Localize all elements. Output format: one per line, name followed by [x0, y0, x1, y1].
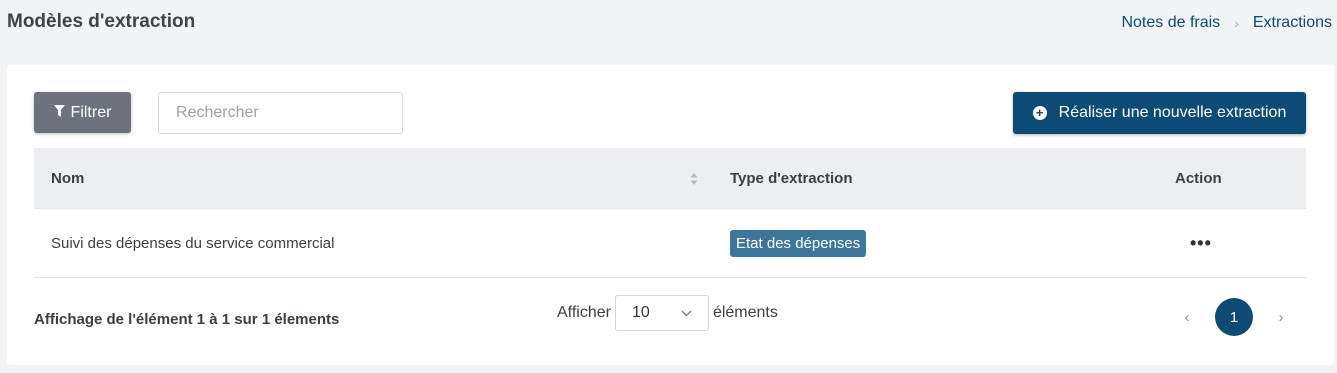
- chevron-left-icon[interactable]: ‹: [1177, 309, 1197, 326]
- page-length: Afficher 10 éléments: [557, 295, 778, 331]
- pagination: ‹ 1 ›: [1177, 298, 1291, 336]
- column-header-nom[interactable]: Nom: [51, 148, 84, 208]
- length-prefix: Afficher: [557, 304, 611, 321]
- funnel-icon: [53, 104, 65, 122]
- column-header-action: Action: [1175, 169, 1222, 187]
- breadcrumb: Notes de frais › Extractions: [1121, 14, 1332, 32]
- page-button-current[interactable]: 1: [1215, 298, 1253, 336]
- page-title: Modèles d'extraction: [7, 11, 196, 32]
- page-length-select[interactable]: 10: [614, 295, 709, 331]
- breadcrumb-item-notes-de-frais[interactable]: Notes de frais: [1121, 14, 1220, 32]
- new-extraction-button[interactable]: + Réaliser une nouvelle extraction: [1013, 92, 1306, 134]
- breadcrumb-item-extractions[interactable]: Extractions: [1253, 14, 1332, 32]
- chevron-right-icon[interactable]: ›: [1271, 309, 1291, 326]
- row-name: Suivi des dépenses du service commercial: [51, 234, 335, 252]
- new-extraction-label: Réaliser une nouvelle extraction: [1058, 104, 1287, 121]
- page-length-value: 10: [631, 304, 650, 321]
- extraction-card: Filtrer + Réaliser une nouvelle extracti…: [7, 65, 1334, 365]
- column-header-type[interactable]: Type d'extraction: [730, 148, 852, 208]
- table-header: Nom Type d'extraction Action: [34, 148, 1306, 208]
- sort-icon[interactable]: [690, 172, 698, 186]
- more-horizontal-icon[interactable]: •••: [1190, 233, 1212, 254]
- table-info: Affichage de l'élément 1 à 1 sur 1 éleme…: [34, 311, 340, 328]
- chevron-right-icon: ›: [1234, 15, 1239, 31]
- table-row[interactable]: Suivi des dépenses du service commercial…: [34, 208, 1306, 278]
- filter-button[interactable]: Filtrer: [34, 92, 131, 133]
- length-suffix: éléments: [712, 304, 778, 321]
- plus-circle-icon: +: [1032, 106, 1047, 120]
- search-input[interactable]: [158, 92, 403, 134]
- extraction-type-badge: Etat des dépenses: [730, 229, 867, 257]
- filter-button-label: Filtrer: [70, 103, 112, 121]
- chevron-down-icon: [681, 304, 692, 322]
